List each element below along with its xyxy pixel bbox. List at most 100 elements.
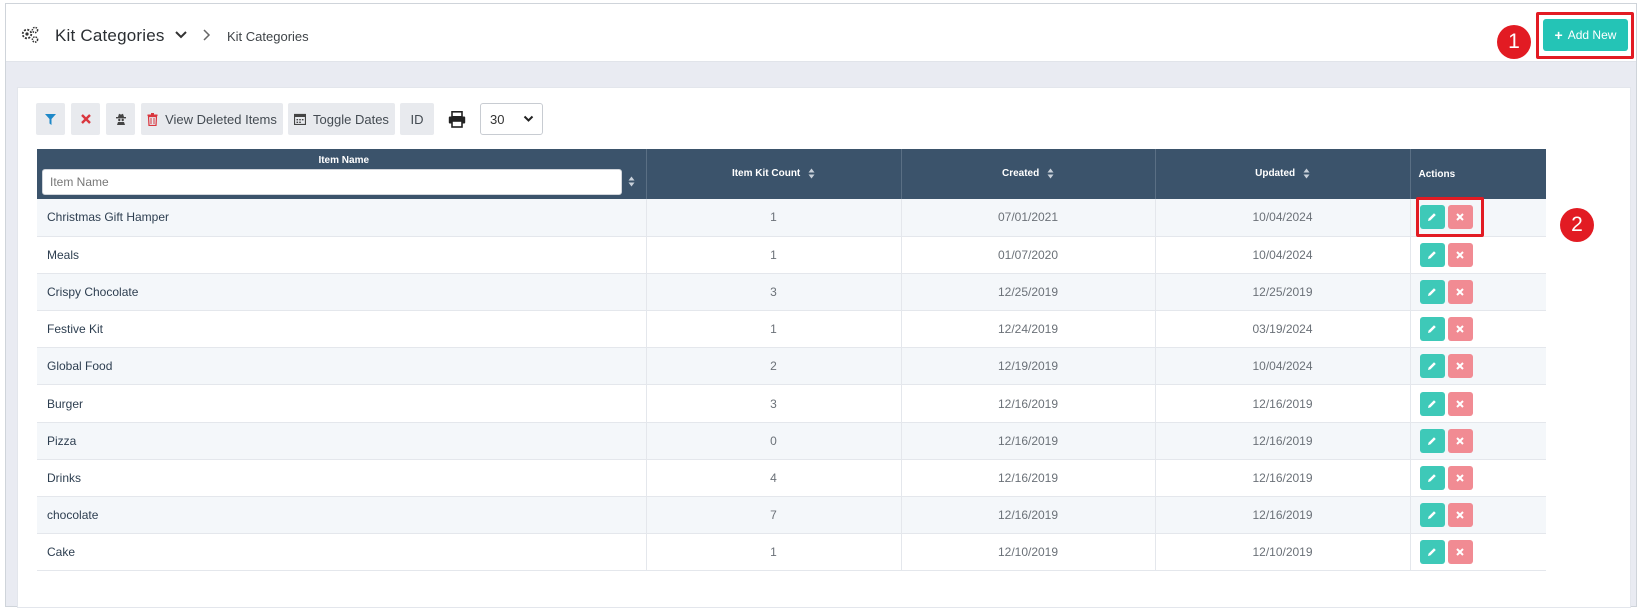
add-new-label: Add New xyxy=(1567,28,1617,42)
close-icon xyxy=(80,114,91,124)
delete-button[interactable] xyxy=(1447,242,1473,267)
page-size-value: 30 xyxy=(490,111,505,127)
pencil-icon xyxy=(1428,325,1436,334)
item-name-filter-input[interactable]: Item Name xyxy=(42,169,622,195)
cell-actions xyxy=(1410,347,1546,386)
cell-created: 12/25/2019 xyxy=(901,273,1156,312)
annotation-badge-2: 2 xyxy=(1560,208,1594,242)
chevron-right-icon xyxy=(203,29,211,41)
column-label-created: Created xyxy=(1001,168,1040,180)
cell-actions xyxy=(1410,273,1546,312)
cell-created: 12/24/2019 xyxy=(901,310,1156,349)
app-frame: Kit Categories Kit Categories + Add New … xyxy=(5,3,1637,608)
filter-button[interactable] xyxy=(36,103,65,135)
cell-item-kit-count: 1 xyxy=(646,310,902,349)
user-secret-icon xyxy=(115,113,126,125)
page-header: Kit Categories Kit Categories + Add New … xyxy=(6,4,1636,62)
cell-actions xyxy=(1410,384,1546,423)
delete-button[interactable] xyxy=(1447,354,1473,379)
print-icon[interactable] xyxy=(448,111,466,128)
chevron-down-icon[interactable] xyxy=(174,30,188,40)
id-toggle-button[interactable]: ID xyxy=(400,103,434,135)
cell-item-name: Global Food xyxy=(37,347,647,386)
edit-button[interactable] xyxy=(1419,391,1445,416)
sort-icon xyxy=(808,168,815,179)
delete-button[interactable] xyxy=(1447,391,1473,416)
edit-button[interactable] xyxy=(1419,317,1445,342)
cell-item-name: Cake xyxy=(37,533,647,572)
close-icon xyxy=(1456,511,1464,519)
pencil-icon xyxy=(1428,250,1436,259)
add-new-button[interactable]: + Add New xyxy=(1543,19,1628,51)
pencil-icon xyxy=(1428,548,1436,557)
delete-button[interactable] xyxy=(1447,540,1473,565)
view-deleted-items-button[interactable]: View Deleted Items xyxy=(141,103,283,135)
table-row: Crispy Chocolate 3 12/25/2019 12/25/2019 xyxy=(37,273,1546,312)
column-header-created[interactable]: Created xyxy=(901,149,1156,199)
column-chooser-button[interactable] xyxy=(106,103,135,135)
cell-item-kit-count: 4 xyxy=(646,459,902,498)
id-label: ID xyxy=(410,111,424,127)
trash-icon xyxy=(147,112,158,126)
cell-updated: 03/19/2024 xyxy=(1155,310,1411,349)
cell-item-name: chocolate xyxy=(37,496,647,535)
cell-item-name: Meals xyxy=(37,236,647,274)
cell-created: 01/07/2020 xyxy=(901,236,1156,274)
view-deleted-label: View Deleted Items xyxy=(165,111,277,127)
cell-created: 12/16/2019 xyxy=(901,496,1156,535)
calendar-icon xyxy=(294,113,307,125)
annotation-badge-1: 1 xyxy=(1497,25,1531,59)
delete-button[interactable] xyxy=(1447,465,1473,490)
content-panel: View Deleted Items Toggle Dates ID 30 It… xyxy=(17,87,1631,608)
column-label-updated: Updated xyxy=(1255,168,1296,180)
gears-icon xyxy=(21,26,39,43)
cell-actions xyxy=(1410,496,1546,535)
cell-item-name: Drinks xyxy=(37,459,647,498)
breadcrumb[interactable]: Kit Categories xyxy=(227,29,309,44)
cell-item-kit-count: 3 xyxy=(646,384,902,423)
page-size-select[interactable]: 30 xyxy=(480,103,543,135)
edit-button[interactable] xyxy=(1419,354,1445,379)
clear-filter-button[interactable] xyxy=(71,103,100,135)
edit-button[interactable] xyxy=(1419,465,1445,490)
sort-icon[interactable] xyxy=(628,176,635,187)
pencil-icon xyxy=(1428,362,1436,371)
cell-created: 12/16/2019 xyxy=(901,459,1156,498)
column-header-actions: Actions xyxy=(1410,149,1546,199)
delete-button[interactable] xyxy=(1447,317,1473,342)
edit-button[interactable] xyxy=(1419,279,1445,304)
table-row: Global Food 2 12/19/2019 10/04/2024 xyxy=(37,347,1546,386)
cell-actions xyxy=(1410,236,1546,274)
toggle-dates-button[interactable]: Toggle Dates xyxy=(288,103,395,135)
table-row: Cake 1 12/10/2019 12/10/2019 xyxy=(37,533,1546,572)
cell-item-kit-count: 3 xyxy=(646,273,902,312)
cell-updated: 10/04/2024 xyxy=(1155,347,1411,386)
delete-button[interactable] xyxy=(1447,503,1473,528)
cell-actions xyxy=(1410,310,1546,349)
close-icon xyxy=(1456,437,1464,445)
pencil-icon xyxy=(1428,511,1436,520)
edit-button[interactable] xyxy=(1419,242,1445,267)
cell-updated: 12/16/2019 xyxy=(1155,384,1411,423)
column-header-item-name[interactable]: Item Name Item Name xyxy=(37,149,647,199)
table-row: Burger 3 12/16/2019 12/16/2019 xyxy=(37,384,1546,423)
edit-button[interactable] xyxy=(1419,428,1445,453)
edit-button[interactable] xyxy=(1419,540,1445,565)
close-icon xyxy=(1456,362,1464,371)
sort-icon xyxy=(1047,168,1054,179)
edit-button[interactable] xyxy=(1419,503,1445,528)
cell-item-kit-count: 2 xyxy=(646,347,902,386)
delete-button[interactable] xyxy=(1447,428,1473,453)
chevron-down-icon xyxy=(523,115,534,122)
annotation-highlight-actions xyxy=(1416,197,1484,237)
delete-button[interactable] xyxy=(1447,279,1473,304)
column-label-item-name: Item Name xyxy=(318,155,370,166)
table-row: Festive Kit 1 12/24/2019 03/19/2024 xyxy=(37,310,1546,349)
close-icon xyxy=(1456,251,1464,259)
column-header-item-kit-count[interactable]: Item Kit Count xyxy=(646,149,902,199)
column-header-updated[interactable]: Updated xyxy=(1155,149,1411,199)
cell-item-name: Festive Kit xyxy=(37,310,647,349)
table-row: Meals 1 01/07/2020 10/04/2024 xyxy=(37,236,1546,274)
cell-item-kit-count: 7 xyxy=(646,496,902,535)
cell-item-kit-count: 1 xyxy=(646,199,902,237)
